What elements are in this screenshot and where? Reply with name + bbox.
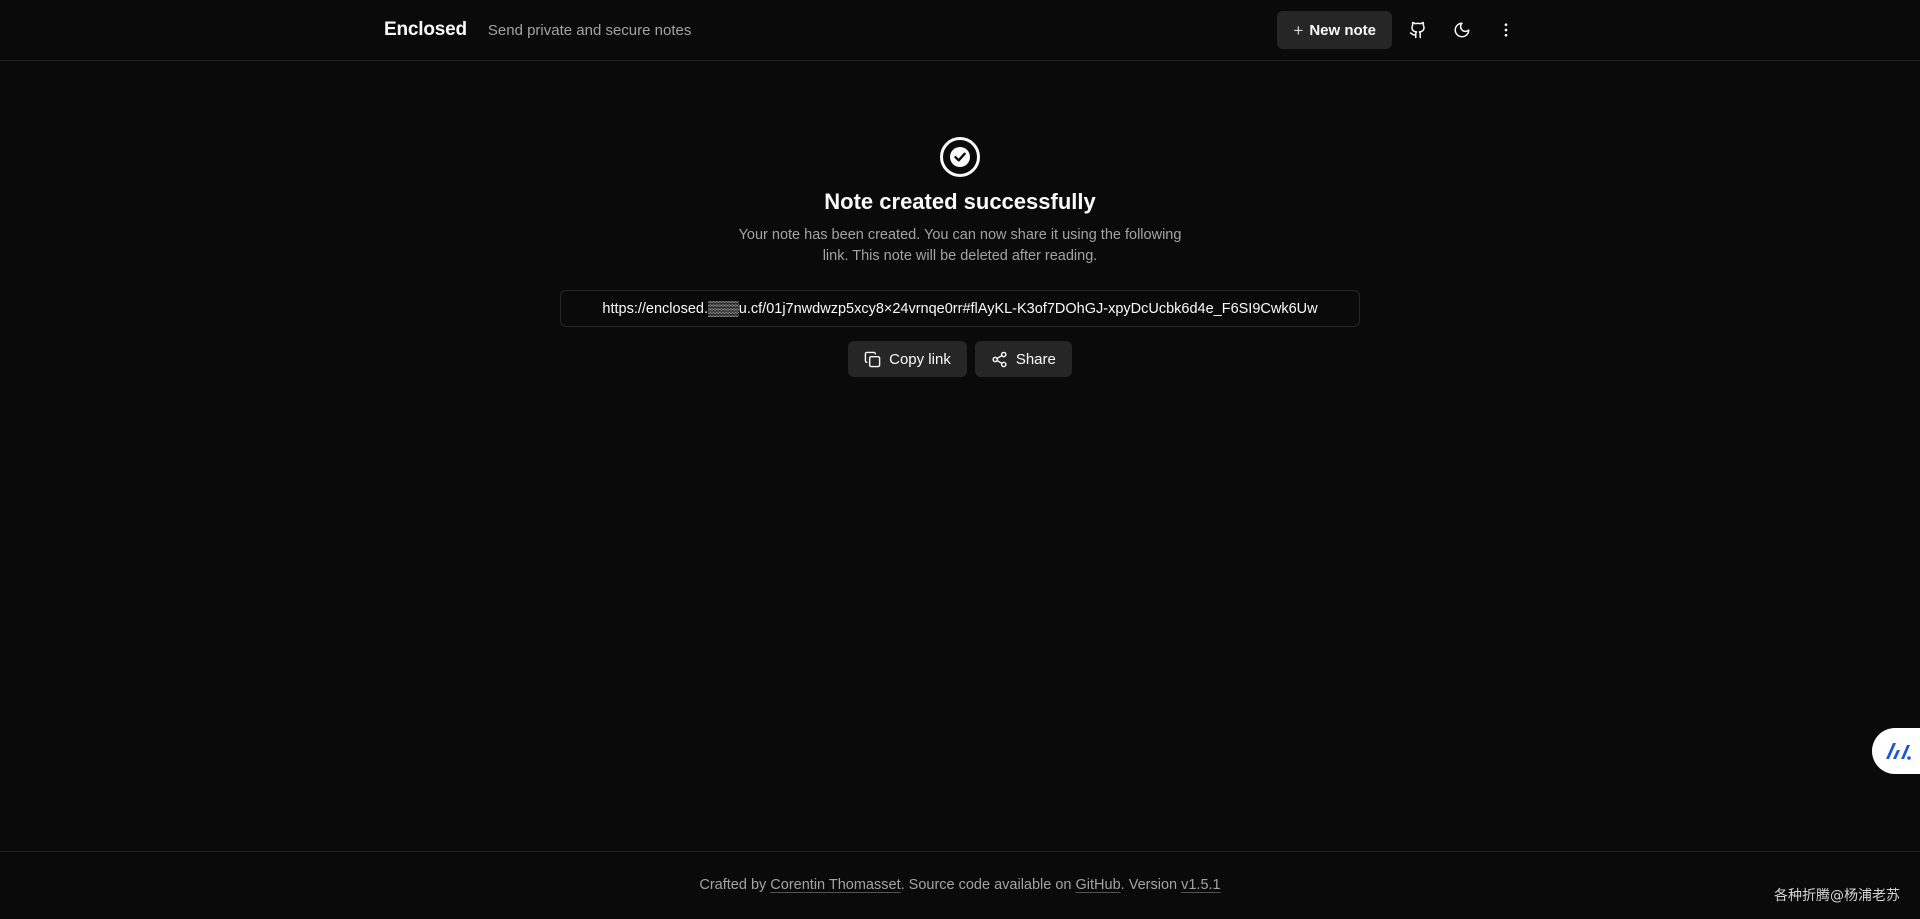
- footer-credits: Crafted by Corentin Thomasset. Source co…: [0, 877, 1920, 893]
- watermark-text: 各种折腾@杨浦老苏: [1774, 888, 1900, 904]
- author-link[interactable]: Corentin Thomasset: [770, 877, 900, 893]
- share-icon: [992, 351, 1007, 367]
- copy-link-button[interactable]: Copy link: [848, 341, 967, 377]
- plus-icon: +: [1293, 20, 1304, 40]
- new-note-label: New note: [1309, 21, 1376, 39]
- note-link-input[interactable]: [560, 290, 1360, 327]
- footer-version-prefix: . Version: [1120, 877, 1182, 893]
- more-vertical-icon: [1504, 23, 1508, 37]
- footer-middle: . Source code available on: [900, 877, 1076, 893]
- check-circle-icon: [940, 137, 980, 177]
- success-description: Your note has been created. You can now …: [738, 227, 1182, 264]
- share-button[interactable]: Share: [974, 341, 1072, 377]
- app-footer: Crafted by Corentin Thomasset. Source co…: [0, 851, 1920, 919]
- version-link[interactable]: v1.5.1: [1181, 877, 1221, 893]
- new-note-button[interactable]: + New note: [1277, 11, 1392, 49]
- copy-icon: [864, 351, 881, 367]
- theme-toggle-button[interactable]: [1444, 12, 1480, 48]
- copy-link-label: Copy link: [889, 350, 951, 368]
- ai-assistant-icon: [1886, 743, 1911, 760]
- moon-icon: [1454, 22, 1470, 38]
- github-button[interactable]: [1400, 12, 1436, 48]
- footer-prefix: Crafted by: [699, 877, 771, 893]
- header-actions: + New note: [1277, 11, 1524, 49]
- app-header: Enclosed Send private and secure notes +…: [0, 0, 1920, 61]
- more-menu-button[interactable]: [1488, 12, 1524, 48]
- success-title: Note created successfully: [824, 189, 1096, 214]
- share-label: Share: [1015, 350, 1056, 368]
- header-inner: Enclosed Send private and secure notes +…: [384, 0, 1524, 60]
- brand-tagline: Send private and secure notes: [487, 21, 692, 39]
- ai-assistant-widget[interactable]: [1872, 728, 1920, 774]
- github-source-link[interactable]: GitHub: [1076, 877, 1121, 893]
- github-icon: [1409, 21, 1425, 39]
- brand-logo[interactable]: Enclosed: [384, 19, 467, 41]
- main-content: Note created successfully Your note has …: [0, 61, 1920, 851]
- link-actions: Copy link Share: [0, 341, 1920, 377]
